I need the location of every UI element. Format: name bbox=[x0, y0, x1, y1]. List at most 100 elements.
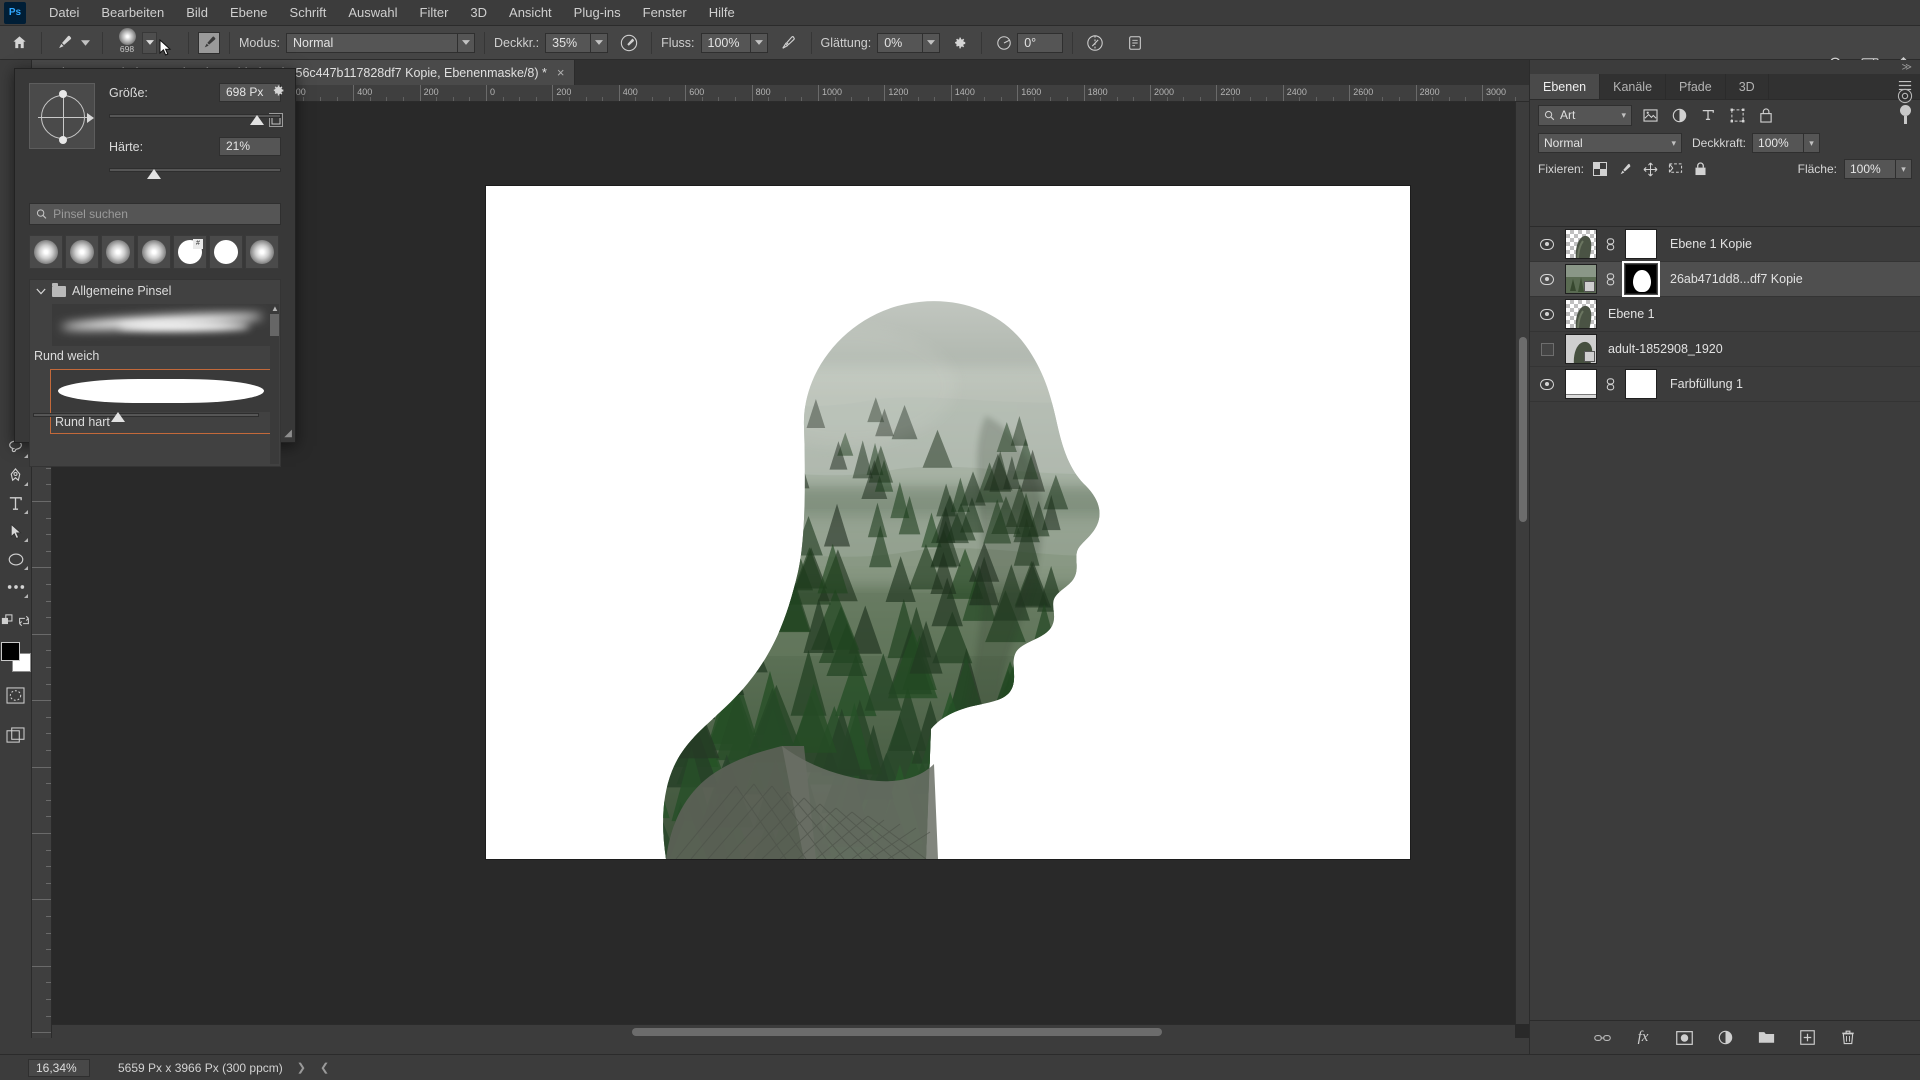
layer-visibility-toggle[interactable] bbox=[1534, 342, 1560, 356]
airbrush-icon[interactable] bbox=[776, 30, 802, 56]
new-adjustment-icon[interactable] bbox=[1715, 1028, 1735, 1048]
menu-item-plug-ins[interactable]: Plug-ins bbox=[563, 1, 632, 24]
layer-fill-input[interactable]: 100% ▾ bbox=[1844, 159, 1912, 179]
layer-visibility-toggle[interactable] bbox=[1534, 238, 1560, 250]
menu-item-ansicht[interactable]: Ansicht bbox=[498, 1, 563, 24]
lock-artboard-icon[interactable] bbox=[1666, 160, 1684, 178]
scrollbar-thumb[interactable] bbox=[632, 1028, 1162, 1036]
chevron-up-icon[interactable]: ▲ bbox=[271, 304, 279, 313]
close-icon[interactable]: × bbox=[557, 65, 565, 80]
panel-tab-ebenen[interactable]: Ebenen bbox=[1530, 74, 1601, 99]
flow-input[interactable]: 100% bbox=[700, 32, 768, 53]
brush-search-input[interactable] bbox=[53, 207, 280, 221]
menu-item-bearbeiten[interactable]: Bearbeiten bbox=[90, 1, 175, 24]
tool-preset-caret-icon[interactable] bbox=[77, 30, 93, 56]
layer-blend-mode-select[interactable]: Normal ▾ bbox=[1538, 133, 1682, 153]
lock-image-icon[interactable] bbox=[1616, 160, 1634, 178]
new-layer-icon[interactable] bbox=[1797, 1028, 1817, 1048]
layer-row[interactable]: Farbfüllung 1 bbox=[1530, 367, 1920, 402]
menu-item-ebene[interactable]: Ebene bbox=[219, 1, 279, 24]
swap-colors-icon[interactable] bbox=[17, 608, 31, 634]
brush-tile-hard-2[interactable] bbox=[209, 235, 243, 269]
scrollbar-thumb[interactable] bbox=[270, 314, 279, 336]
adjustment-filter-icon[interactable] bbox=[1668, 105, 1690, 126]
menu-item-datei[interactable]: Datei bbox=[38, 1, 90, 24]
layer-thumbnail[interactable] bbox=[1560, 299, 1602, 329]
screen-mode-icon[interactable] bbox=[2, 722, 30, 748]
more-tools-icon[interactable] bbox=[2, 574, 30, 600]
lock-all-icon[interactable] bbox=[1691, 160, 1709, 178]
layer-thumbnail[interactable] bbox=[1560, 369, 1602, 399]
type-tool-icon[interactable] bbox=[2, 490, 30, 516]
pressure-opacity-icon[interactable] bbox=[616, 30, 642, 56]
menu-item-filter[interactable]: Filter bbox=[409, 1, 460, 24]
layer-mask-thumbnail[interactable] bbox=[1618, 261, 1664, 297]
brush-tile-soft-4[interactable] bbox=[137, 235, 171, 269]
airbrush-pattern-icon[interactable] bbox=[198, 31, 220, 54]
layer-row[interactable]: Ebene 1 bbox=[1530, 297, 1920, 332]
brush-tile-hard-1[interactable]: # bbox=[173, 235, 207, 269]
brush-group-header[interactable]: Allgemeine Pinsel bbox=[30, 280, 280, 302]
brush-preset-item-hard[interactable]: Rund hart bbox=[50, 369, 272, 434]
layer-mask-thumbnail[interactable] bbox=[1618, 229, 1664, 259]
layer-opacity-input[interactable]: 100% ▾ bbox=[1752, 133, 1821, 153]
brush-shape-preview[interactable] bbox=[29, 83, 95, 149]
help-circle-icon[interactable] bbox=[1897, 88, 1913, 104]
brush-angle-value[interactable]: 0° bbox=[1017, 32, 1064, 53]
layer-mask-thumbnail[interactable] bbox=[1618, 369, 1664, 399]
layers-list[interactable]: Ebene 1 Kopie 26ab471dd8...df7 Kopie Ebene… bbox=[1530, 226, 1920, 1020]
lock-transparency-icon[interactable] bbox=[1591, 160, 1609, 178]
tablet-pressure-icon[interactable] bbox=[1122, 30, 1148, 56]
panel-tab-kanäle[interactable]: Kanäle bbox=[1600, 74, 1667, 99]
mask-link-icon[interactable] bbox=[1602, 377, 1618, 391]
filter-toggle-switch[interactable] bbox=[1899, 104, 1912, 126]
foreground-color-swatch[interactable] bbox=[0, 642, 20, 661]
menu-item-3d[interactable]: 3D bbox=[459, 1, 498, 24]
menu-item-fenster[interactable]: Fenster bbox=[632, 1, 698, 24]
mask-link-icon[interactable] bbox=[1602, 272, 1618, 286]
layer-visibility-toggle[interactable] bbox=[1534, 273, 1560, 285]
brush-angle-icon[interactable] bbox=[991, 30, 1017, 56]
brush-panel-gear-icon[interactable] bbox=[270, 83, 285, 98]
brush-preset-item-soft[interactable] bbox=[52, 304, 272, 346]
menu-item-bild[interactable]: Bild bbox=[175, 1, 219, 24]
zoom-level-field[interactable]: 16,34% bbox=[28, 1058, 90, 1077]
brush-tool-icon[interactable] bbox=[51, 30, 77, 56]
canvas-horizontal-scrollbar[interactable] bbox=[52, 1024, 1515, 1038]
brush-tile-soft-3[interactable] bbox=[101, 235, 135, 269]
link-layers-icon[interactable] bbox=[1592, 1028, 1612, 1048]
menu-item-auswahl[interactable]: Auswahl bbox=[337, 1, 408, 24]
artboard[interactable] bbox=[486, 186, 1410, 859]
mask-link-icon[interactable] bbox=[1602, 237, 1618, 251]
brush-hardness-slider[interactable] bbox=[109, 163, 281, 181]
layer-row[interactable]: 26ab471dd8...df7 Kopie bbox=[1530, 261, 1920, 297]
status-collapse-icon[interactable]: ❮ bbox=[320, 1061, 329, 1074]
menu-item-hilfe[interactable]: Hilfe bbox=[698, 1, 746, 24]
brush-preset-caret-icon[interactable] bbox=[142, 31, 157, 54]
brush-hardness-field[interactable]: 21% bbox=[219, 137, 281, 156]
opacity-input[interactable]: 35% bbox=[545, 32, 609, 53]
quick-mask-icon[interactable] bbox=[2, 682, 30, 708]
path-selection-tool-icon[interactable] bbox=[2, 518, 30, 544]
home-icon[interactable] bbox=[6, 30, 32, 56]
shape-filter-icon[interactable] bbox=[1726, 105, 1748, 126]
pen-tool-icon[interactable] bbox=[2, 462, 30, 488]
panel-resize-grip[interactable]: ◢ bbox=[284, 428, 292, 439]
edit-toolbar-icon[interactable] bbox=[1, 608, 15, 634]
shape-tool-icon[interactable] bbox=[2, 546, 30, 572]
panel-tab-pfade[interactable]: Pfade bbox=[1666, 74, 1726, 99]
layer-visibility-toggle[interactable] bbox=[1534, 378, 1560, 390]
new-group-icon[interactable] bbox=[1756, 1028, 1776, 1048]
layer-thumbnail[interactable] bbox=[1560, 229, 1602, 259]
panel-tab-3d[interactable]: 3D bbox=[1726, 74, 1769, 99]
canvas-vertical-scrollbar[interactable] bbox=[1515, 102, 1529, 1024]
lock-position-icon[interactable] bbox=[1641, 160, 1659, 178]
type-filter-icon[interactable] bbox=[1697, 105, 1719, 126]
layer-style-fx-icon[interactable]: fx bbox=[1633, 1028, 1653, 1048]
add-mask-icon[interactable] bbox=[1674, 1028, 1694, 1048]
blend-mode-select[interactable]: Normal bbox=[286, 32, 475, 53]
brush-tile-soft-1[interactable] bbox=[29, 235, 63, 269]
layer-thumbnail[interactable] bbox=[1560, 264, 1602, 294]
scrollbar-thumb[interactable] bbox=[1519, 337, 1527, 522]
smoothing-input[interactable]: 0% bbox=[877, 32, 941, 53]
